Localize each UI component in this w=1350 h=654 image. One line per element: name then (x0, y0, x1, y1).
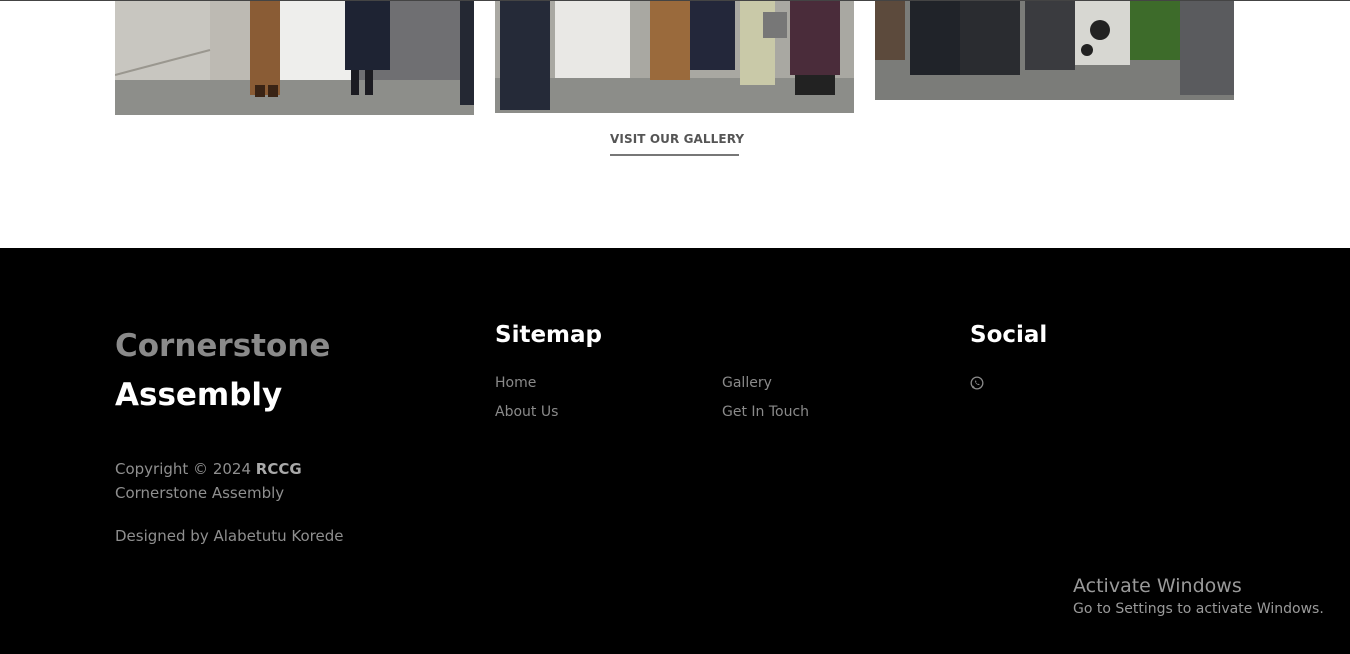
sitemap-link-about-us[interactable]: About Us (495, 404, 558, 420)
copyright-org: RCCG (255, 460, 302, 478)
watermark-subtitle: Go to Settings to activate Windows. (1073, 601, 1324, 617)
sitemap-link-home[interactable]: Home (495, 375, 536, 391)
windows-activation-watermark: Activate Windows Go to Settings to activ… (1073, 575, 1324, 617)
footer-brand: Cornerstone Assembly (115, 322, 330, 420)
copyright-text: Copyright © 2024 RCCG Cornerstone Assemb… (115, 457, 375, 505)
sitemap-link-gallery[interactable]: Gallery (722, 375, 772, 391)
whatsapp-icon[interactable] (970, 376, 984, 390)
gallery-section: VISIT OUR GALLERY (0, 0, 1350, 248)
gallery-photo-3-image (875, 0, 1234, 100)
sitemap-title: Sitemap (495, 322, 602, 348)
social-title: Social (970, 322, 1048, 348)
copyright-suffix: Cornerstone Assembly (115, 484, 285, 502)
gallery-photo-2[interactable] (495, 0, 854, 113)
gallery-photo-1[interactable] (115, 0, 474, 115)
visit-gallery-link[interactable]: VISIT OUR GALLERY (610, 132, 744, 156)
gallery-photo-3[interactable] (875, 0, 1234, 100)
gallery-photo-1-image (115, 0, 474, 115)
site-footer: Cornerstone Assembly Copyright © 2024 RC… (0, 248, 1350, 654)
brand-line-2: Assembly (115, 377, 283, 413)
copyright-prefix: Copyright © 2024 (115, 460, 256, 478)
top-divider (0, 0, 1350, 1)
gallery-photo-2-image (495, 0, 854, 113)
watermark-title: Activate Windows (1073, 575, 1242, 597)
brand-line-1: Cornerstone (115, 328, 331, 364)
designer-credit: Designed by Alabetutu Korede (115, 527, 344, 545)
sitemap-link-get-in-touch[interactable]: Get In Touch (722, 404, 809, 420)
